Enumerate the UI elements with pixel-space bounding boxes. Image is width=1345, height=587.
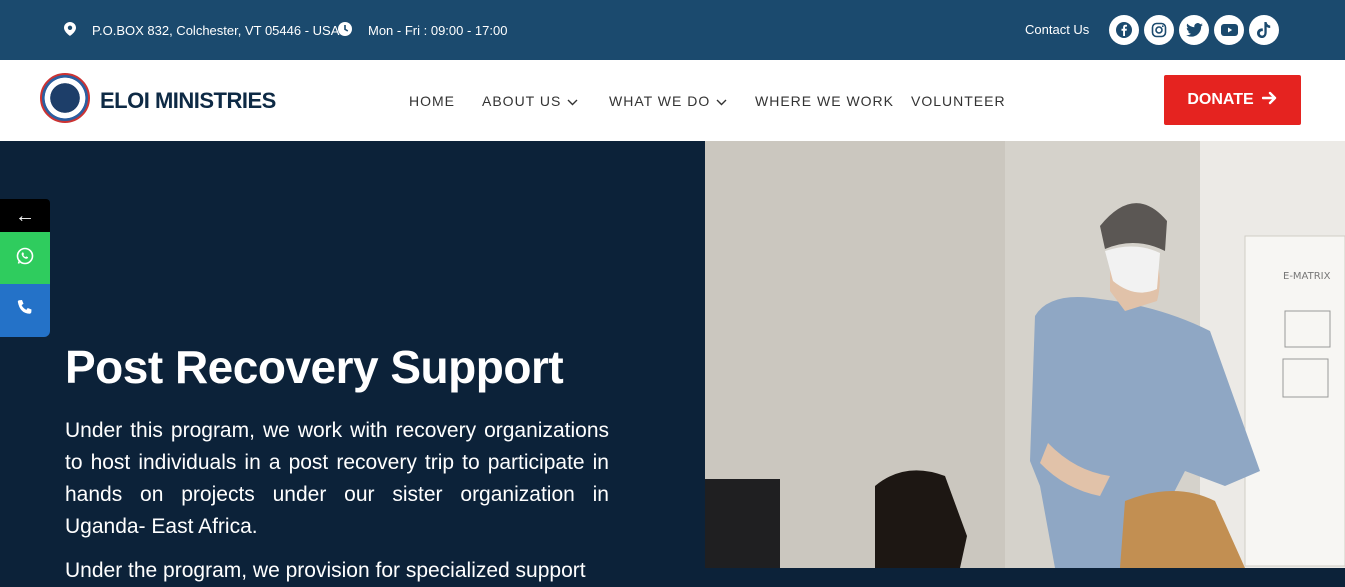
address-text: P.O.BOX 832, Colchester, VT 05446 - USA xyxy=(92,23,340,38)
phone-icon xyxy=(16,299,34,322)
main-navbar: ELOI MINISTRIES HOME ABOUT US WHAT WE DO… xyxy=(0,60,1345,141)
nav-item-home[interactable]: HOME xyxy=(409,93,455,109)
brand-name[interactable]: ELOI MINISTRIES xyxy=(100,88,276,114)
nav-item-where-we-work[interactable]: WHERE WE WORK xyxy=(755,93,894,109)
hero-paragraph: Under this program, we work with recover… xyxy=(65,419,609,538)
donate-button[interactable]: DONATE xyxy=(1164,75,1301,125)
arrow-right-icon xyxy=(1261,91,1278,110)
nav-item-label: HOME xyxy=(409,93,455,109)
nav-item-what-we-do[interactable]: WHAT WE DO xyxy=(609,93,727,109)
hero-title: Post Recovery Support xyxy=(65,341,564,393)
chevron-down-icon xyxy=(567,93,578,109)
address-info: P.O.BOX 832, Colchester, VT 05446 - USA xyxy=(64,22,339,39)
facebook-icon[interactable] xyxy=(1109,15,1139,45)
clock-icon xyxy=(338,22,352,39)
nav-item-label: VOLUNTEER xyxy=(911,93,1006,109)
sidebar-toggle-button[interactable]: ← xyxy=(0,199,50,233)
chevron-down-icon xyxy=(716,93,727,109)
hours-info: Mon - Fri : 09:00 - 17:00 xyxy=(338,22,507,39)
twitter-icon[interactable] xyxy=(1179,15,1209,45)
nav-item-label: ABOUT US xyxy=(482,93,562,109)
phone-button[interactable] xyxy=(0,284,50,337)
youtube-icon[interactable] xyxy=(1214,15,1244,45)
arrow-left-icon: ← xyxy=(15,204,35,227)
nav-item-label: WHAT WE DO xyxy=(609,93,711,109)
nav-item-volunteer[interactable]: VOLUNTEER xyxy=(911,93,1006,109)
map-pin-icon xyxy=(64,22,76,39)
instagram-icon[interactable] xyxy=(1144,15,1174,45)
whiteboard-text: E-MATRIX xyxy=(1283,271,1331,282)
whatsapp-icon xyxy=(16,247,34,270)
hours-text: Mon - Fri : 09:00 - 17:00 xyxy=(368,23,508,38)
contact-us-link[interactable]: Contact Us xyxy=(1025,22,1089,37)
whatsapp-button[interactable] xyxy=(0,232,50,284)
hero-photo: E-MATRIX xyxy=(705,141,1345,568)
logo-emblem[interactable] xyxy=(40,73,90,123)
tiktok-icon[interactable] xyxy=(1249,15,1279,45)
donate-label: DONATE xyxy=(1187,91,1254,108)
top-bar: P.O.BOX 832, Colchester, VT 05446 - USA … xyxy=(0,0,1345,60)
nav-item-label: WHERE WE WORK xyxy=(755,93,894,109)
hero-paragraph-2: Under the program, we provision for spec… xyxy=(65,559,586,582)
nav-item-about-us[interactable]: ABOUT US xyxy=(482,93,578,109)
